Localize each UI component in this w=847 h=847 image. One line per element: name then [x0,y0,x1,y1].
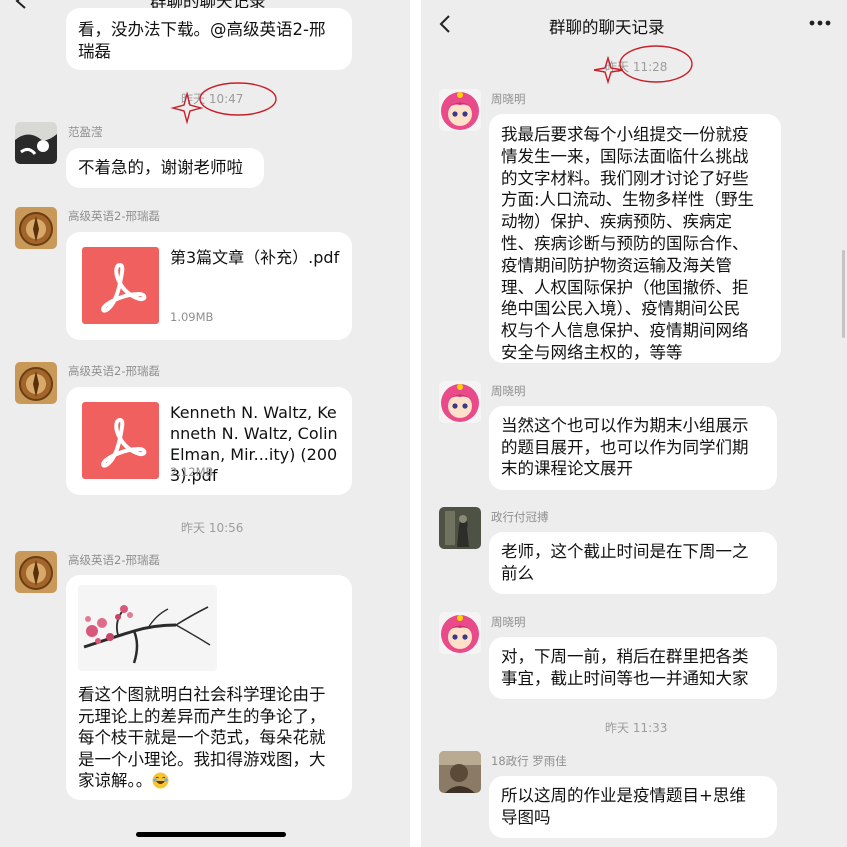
sender-name: 范盈滢 [68,125,103,139]
sender-name: 高级英语2-邢瑞磊 [68,553,160,567]
avatar[interactable] [15,122,57,164]
laughing-emoji-icon [152,772,169,789]
avatar[interactable] [439,612,481,654]
message-text: 老师，这个截止时间是在下周一之 前么 [501,542,749,583]
file-size: 2.12MB [170,465,214,479]
message-text: 当然这个也可以作为期末小组展示 的题目展开，也可以作为同学们期 末的课程论文展开 [501,416,749,479]
message-bubble: 不着急的，谢谢老师啦 [66,148,264,188]
avatar[interactable] [439,89,481,131]
pdf-icon [82,247,159,324]
avatar[interactable] [15,551,57,593]
shared-image[interactable] [78,585,217,671]
message-bubble: 当然这个也可以作为期末小组展示 的题目展开，也可以作为同学们期 末的课程论文展开 [489,406,777,490]
right-chat-panel: 群聊的聊天记录 昨天 11:28 周晓明 我最后要求每个小组提交一份就疫 情发生… [421,0,847,847]
timestamp: 昨天 10:47 [181,92,244,106]
scrollbar[interactable] [842,250,845,338]
message-text: 所以这周的作业是疫情题目+思维 导图吗 [501,786,746,827]
avatar[interactable] [439,751,481,793]
more-icon[interactable] [808,18,832,28]
message-bubble: 所以这周的作业是疫情题目+思维 导图吗 [489,776,777,838]
message-text: 我最后要求每个小组提交一份就疫 情发生一来，国际法面临什么挑战 的文字材料。我们… [501,125,755,362]
page-title: 群聊的聊天记录 [549,18,665,37]
file-size: 1.09MB [170,310,214,324]
message-bubble: 对，下周一前，稍后在群里把各类 事宜，截止时间等也一并通知大家 [489,637,777,699]
timestamp: 昨天 11:33 [605,721,668,735]
pdf-icon [82,402,159,479]
message-bubble: 看，没办法下载。@高级英语2-邢 瑞磊 [66,8,352,70]
timestamp: 昨天 10:56 [181,521,244,535]
home-indicator [136,832,286,837]
image-caption: 看这个图就明白社会科学理论由于 元理论上的差异而产生的争论了， 每个枝干就是一个… [78,685,326,790]
message-text: 看，没办法下载。@高级英语2-邢 瑞磊 [78,20,326,61]
message-text: 对，下周一前，稍后在群里把各类 事宜，截止时间等也一并通知大家 [501,647,749,688]
sender-name: 周晓明 [491,615,526,629]
back-arrow-icon[interactable] [438,14,452,34]
sender-name: 周晓明 [491,92,526,106]
file-name: 第3篇文章（补充）.pdf [170,248,340,267]
sender-name: 周晓明 [491,384,526,398]
message-bubble: 我最后要求每个小组提交一份就疫 情发生一来，国际法面临什么挑战 的文字材料。我们… [489,114,781,363]
left-chat-panel: 群聊的聊天记录 看，没办法下载。@高级英语2-邢 瑞磊 昨天 10:47 范盈滢… [0,0,410,847]
timestamp: 昨天 11:28 [605,60,668,74]
avatar[interactable] [15,362,57,404]
image-message[interactable]: 看这个图就明白社会科学理论由于 元理论上的差异而产生的争论了， 每个枝干就是一个… [66,575,352,800]
file-message[interactable]: Kenneth N. Waltz, Kenneth N. Waltz, Coli… [66,387,352,495]
back-arrow-icon[interactable] [14,0,28,10]
file-message[interactable]: 第3篇文章（补充）.pdf 1.09MB [66,232,352,340]
message-bubble: 老师，这个截止时间是在下周一之 前么 [489,532,777,594]
sender-name: 高级英语2-邢瑞磊 [68,209,160,223]
avatar[interactable] [439,381,481,423]
message-text: 不着急的，谢谢老师啦 [78,158,243,177]
sender-name: 高级英语2-邢瑞磊 [68,364,160,378]
avatar[interactable] [15,207,57,249]
avatar[interactable] [439,507,481,549]
sender-name: 政行付冠搏 [491,510,549,524]
sender-name: 18政行 罗雨佳 [491,754,567,768]
